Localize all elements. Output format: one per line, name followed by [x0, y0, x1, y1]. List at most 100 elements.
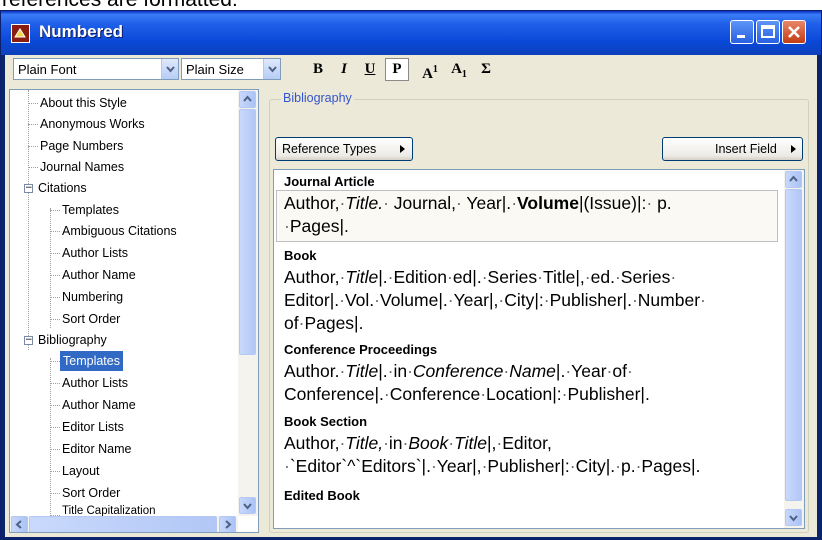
insert-field-label: Insert Field — [715, 142, 777, 156]
template-line: Author,·Title,·in·Book·Title|,·Editor, — [284, 433, 552, 453]
field-issue: |(Issue)|: — [578, 193, 647, 213]
tree-hscroll-thumb[interactable] — [29, 516, 217, 532]
field-separator: |. — [378, 267, 388, 287]
ref-type-heading: Book — [284, 248, 317, 263]
ref-type-heading: Conference Proceedings — [284, 342, 438, 357]
style-tree[interactable]: About this Style Anonymous Works Page Nu… — [9, 89, 259, 533]
collapse-icon[interactable]: − — [24, 184, 33, 193]
scroll-up-icon[interactable] — [239, 91, 256, 108]
tree-connector — [50, 427, 60, 428]
bold-button[interactable]: B — [306, 58, 330, 81]
minimize-button[interactable] — [730, 20, 754, 44]
field-author: Author, — [284, 193, 340, 213]
editor-scroll-thumb[interactable] — [785, 189, 802, 501]
reference-types-button[interactable]: Reference Types — [275, 137, 413, 161]
tree-item-ambiguous-citations[interactable]: Ambiguous Citations — [62, 221, 177, 241]
scroll-down-icon[interactable] — [239, 497, 256, 514]
tree-item-citation-author-name[interactable]: Author Name — [62, 265, 136, 285]
tree-horizontal-scrollbar[interactable] — [10, 516, 238, 532]
tree-connector — [50, 471, 60, 472]
template-line: ·Pages|. — [284, 216, 349, 236]
ref-type-heading: Book Section — [284, 414, 368, 429]
template-line: ·`Editor`^`Editors`|.·Year|,·Publisher|:… — [284, 456, 701, 476]
superscript-button[interactable]: A1 — [416, 58, 444, 82]
size-select-value: Plain Size — [186, 62, 244, 77]
scroll-up-icon[interactable] — [785, 171, 802, 188]
size-select[interactable]: Plain Size — [181, 58, 281, 80]
tree-vertical-scrollbar[interactable] — [238, 90, 258, 516]
template-line: of·Pages|. — [284, 313, 364, 333]
tree-item-citations[interactable]: Citations — [38, 178, 87, 198]
subscript-button[interactable]: A1 — [445, 58, 473, 81]
tree-item-citation-sort-order[interactable]: Sort Order — [62, 309, 120, 329]
field-year: Year|. — [461, 193, 512, 213]
tree-item-numbering[interactable]: Numbering — [62, 287, 123, 307]
tree-connector — [50, 275, 60, 276]
tree-item-title-capitalization[interactable]: Title Capitalization — [62, 504, 156, 516]
tree-connector — [50, 361, 60, 362]
font-dropdown-arrow-icon[interactable] — [161, 59, 178, 79]
subscript-letter: A — [451, 61, 462, 77]
title-bar[interactable]: Numbered — [1, 11, 821, 55]
reference-types-label: Reference Types — [282, 142, 377, 156]
maximize-button[interactable] — [756, 20, 780, 44]
tree-item-bib-author-lists[interactable]: Author Lists — [62, 373, 128, 393]
field-volume: Volume — [517, 193, 579, 213]
style-window: Numbered Plain Font Plain Size B I U P A… — [0, 10, 822, 540]
template-conference-proceedings[interactable]: Author.·Title|.·in·Conference·Name|.·Yea… — [284, 360, 780, 406]
tree-item-editor-name[interactable]: Editor Name — [62, 439, 131, 459]
tree-connector — [50, 383, 60, 384]
tree-connector — [50, 231, 60, 232]
font-select[interactable]: Plain Font — [13, 58, 179, 80]
scroll-left-icon[interactable] — [11, 516, 28, 532]
tree-item-layout[interactable]: Layout — [62, 461, 100, 481]
tree-item-anonymous-works[interactable]: Anonymous Works — [40, 114, 145, 134]
field-author: Author, — [284, 267, 340, 287]
plain-button[interactable]: P — [385, 58, 409, 81]
tree-item-bib-sort-order[interactable]: Sort Order — [62, 483, 120, 503]
tree-item-bib-author-name[interactable]: Author Name — [62, 395, 136, 415]
tree-scroll-thumb[interactable] — [239, 109, 256, 355]
symbol-button[interactable]: Σ — [474, 58, 498, 81]
template-line: Author.·Title|.·in·Conference·Name|.·Yea… — [284, 361, 633, 381]
ref-type-heading: Journal Article — [284, 174, 375, 189]
scroll-down-icon[interactable] — [785, 509, 802, 526]
submenu-arrow-icon — [791, 145, 796, 153]
field-page-prefix: p. — [652, 193, 672, 213]
template-line: Author,·Title|.·Edition·ed|.·Series·Titl… — [284, 267, 677, 287]
tree-connector — [28, 124, 38, 125]
font-select-value: Plain Font — [18, 62, 77, 77]
template-line: Editor|.·Vol.·Volume|.·Year|,·City|:·Pub… — [284, 290, 706, 310]
template-line: Conference|.·Conference·Location|:·Publi… — [284, 384, 650, 404]
tree-item-page-numbers[interactable]: Page Numbers — [40, 136, 123, 156]
subscript-mark: 1 — [461, 69, 467, 80]
tree-item-about[interactable]: About this Style — [40, 93, 127, 113]
close-button[interactable] — [782, 20, 806, 44]
tree-item-citation-templates[interactable]: Templates — [62, 200, 119, 220]
tree-connector — [50, 358, 51, 532]
template-book-section[interactable]: Author,·Title,·in·Book·Title|,·Editor, ·… — [284, 432, 780, 478]
ref-type-heading: Edited Book — [284, 488, 360, 503]
tree-connector — [28, 146, 38, 147]
tree-item-editor-lists[interactable]: Editor Lists — [62, 417, 124, 437]
tree-item-journal-names[interactable]: Journal Names — [40, 157, 124, 177]
template-editor[interactable]: Journal Article Author,·Title.· Journal,… — [273, 169, 805, 529]
endnote-app-icon[interactable] — [11, 24, 30, 43]
tree-connector — [50, 210, 60, 211]
size-dropdown-arrow-icon[interactable] — [263, 59, 280, 79]
tree-item-citation-author-lists[interactable]: Author Lists — [62, 243, 128, 263]
tree-item-bibliography-templates[interactable]: Templates — [60, 351, 123, 371]
underline-button[interactable]: U — [358, 58, 382, 81]
tree-connector — [50, 449, 60, 450]
template-book[interactable]: Author,·Title|.·Edition·ed|.·Series·Titl… — [284, 266, 780, 335]
tree-connector — [28, 90, 29, 350]
insert-field-button[interactable]: Insert Field — [662, 137, 803, 161]
collapse-icon[interactable]: − — [24, 336, 33, 345]
tree-item-bibliography[interactable]: Bibliography — [38, 330, 107, 350]
editor-vertical-scrollbar[interactable] — [784, 170, 804, 528]
scroll-right-icon[interactable] — [219, 516, 236, 532]
italic-button[interactable]: I — [332, 58, 356, 81]
tree-connector — [50, 208, 51, 328]
template-journal-article[interactable]: Author,·Title.· Journal,· Year|.·Volume|… — [284, 192, 780, 238]
tree-connector — [50, 253, 60, 254]
